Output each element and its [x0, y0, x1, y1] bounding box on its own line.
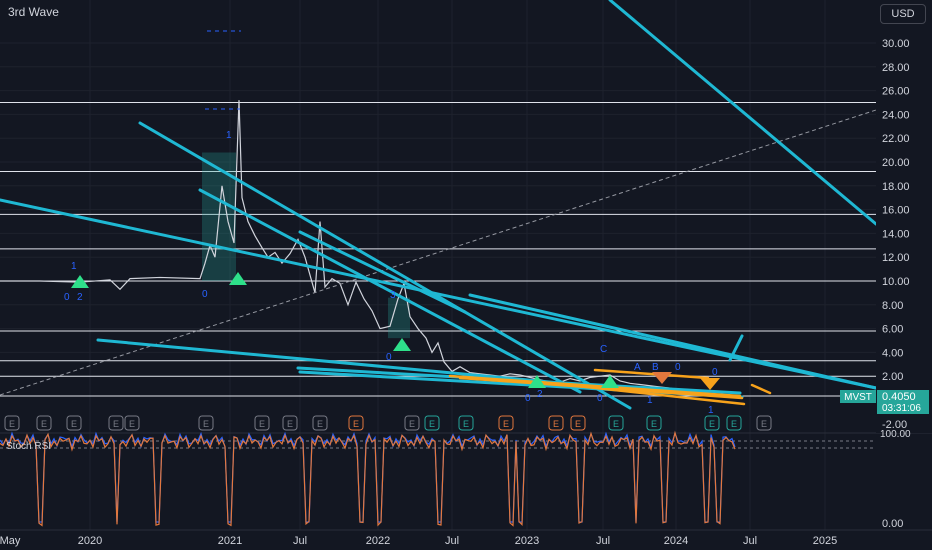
wave-label-2: 2 — [77, 292, 83, 303]
stoch-tick-0: 100.00 — [880, 429, 911, 440]
earnings-marker-9: E — [353, 419, 359, 429]
wave-label-11: A — [634, 362, 641, 373]
x-tick-1: 2020 — [78, 535, 102, 547]
earnings-marker-5: E — [203, 419, 209, 429]
earnings-marker-8: E — [317, 419, 323, 429]
earnings-marker-13: E — [503, 419, 509, 429]
y-tick-13: 4.00 — [882, 347, 903, 359]
chart-canvas: 10 210 300 2C0A B 0101 EEEEEEEEEEEEEEEEEEEEE … — [0, 0, 932, 550]
y-tick-7: 16.00 — [882, 205, 910, 217]
wave-label-8: 2 — [537, 389, 543, 400]
x-tick-8: 2024 — [664, 535, 688, 547]
wave-label-13: 0 — [675, 362, 681, 373]
y-tick-14: 2.00 — [882, 371, 903, 383]
chart-background — [0, 0, 932, 550]
earnings-marker-3: E — [113, 419, 119, 429]
x-tick-6: 2023 — [515, 535, 539, 547]
wave-label-10: 0 — [597, 393, 603, 404]
stoch-rsi-title: Stoch RSI — [6, 441, 52, 452]
x-tick-3: Jul — [293, 535, 307, 547]
price-tag-value: 0.4050 — [882, 391, 916, 403]
earnings-marker-12: E — [463, 419, 469, 429]
earnings-marker-11: E — [429, 419, 435, 429]
earnings-marker-14: E — [553, 419, 559, 429]
y-tick-6: 18.00 — [882, 181, 910, 193]
x-tick-9: Jul — [743, 535, 757, 547]
y-tick-11: 8.00 — [882, 300, 903, 312]
earnings-marker-4: E — [129, 419, 135, 429]
wave-label-12: B — [652, 362, 659, 373]
symbol-tag-text: MVST — [844, 392, 872, 403]
currency-button[interactable]: USD — [880, 4, 926, 24]
y-tick-9: 12.00 — [882, 252, 910, 264]
x-tick-5: Jul — [445, 535, 459, 547]
wave-label-16: 1 — [708, 405, 714, 416]
y-tick-2: 26.00 — [882, 86, 910, 98]
x-tick-7: Jul — [596, 535, 610, 547]
x-tick-0: May — [0, 535, 21, 547]
x-tick-10: 2025 — [813, 535, 837, 547]
y-tick-5: 20.00 — [882, 157, 910, 169]
wave-label-15: 0 — [712, 367, 718, 378]
y-tick-0: 30.00 — [882, 38, 910, 50]
earnings-marker-18: E — [709, 419, 715, 429]
wave-label-14: 1 — [647, 395, 653, 406]
stoch-tick-1: 0.00 — [882, 518, 903, 530]
highlight-box-2 — [388, 297, 410, 339]
earnings-marker-19: E — [731, 419, 737, 429]
wave-label-9: C — [600, 344, 607, 355]
earnings-marker-7: E — [287, 419, 293, 429]
wave-label-5: 3 — [390, 290, 396, 301]
earnings-marker-0: E — [9, 419, 15, 429]
earnings-marker-16: E — [613, 419, 619, 429]
x-tick-4: 2022 — [366, 535, 390, 547]
y-tick-1: 28.00 — [882, 62, 910, 74]
y-tick-8: 14.00 — [882, 228, 910, 240]
earnings-marker-2: E — [71, 419, 77, 429]
y-tick-4: 22.00 — [882, 133, 910, 145]
wave-label-3: 1 — [226, 130, 232, 141]
wave-label-4: 0 — [202, 289, 208, 300]
wave-label-7: 0 — [525, 393, 531, 404]
earnings-marker-6: E — [259, 419, 265, 429]
y-tick-12: 6.00 — [882, 324, 903, 336]
y-tick-10: 10.00 — [882, 276, 910, 288]
earnings-marker-1: E — [41, 419, 47, 429]
price-tag-countdown: 03:31:06 — [882, 403, 921, 414]
chart-title: 3rd Wave — [8, 5, 59, 19]
wave-label-6: 0 — [386, 352, 392, 363]
wave-label-0: 1 — [71, 261, 77, 272]
x-tick-2: 2021 — [218, 535, 242, 547]
wave-label-1: 0 — [64, 292, 70, 303]
x-axis[interactable]: May 2020 2021 Jul 2022 Jul 2023 Jul 2024 Jul 2025 — [0, 529, 932, 550]
earnings-marker-20: E — [761, 419, 767, 429]
earnings-marker-10: E — [409, 419, 415, 429]
earnings-marker-15: E — [575, 419, 581, 429]
y-tick-3: 24.00 — [882, 109, 910, 121]
x-axis-panel — [0, 530, 932, 550]
earnings-marker-17: E — [651, 419, 657, 429]
